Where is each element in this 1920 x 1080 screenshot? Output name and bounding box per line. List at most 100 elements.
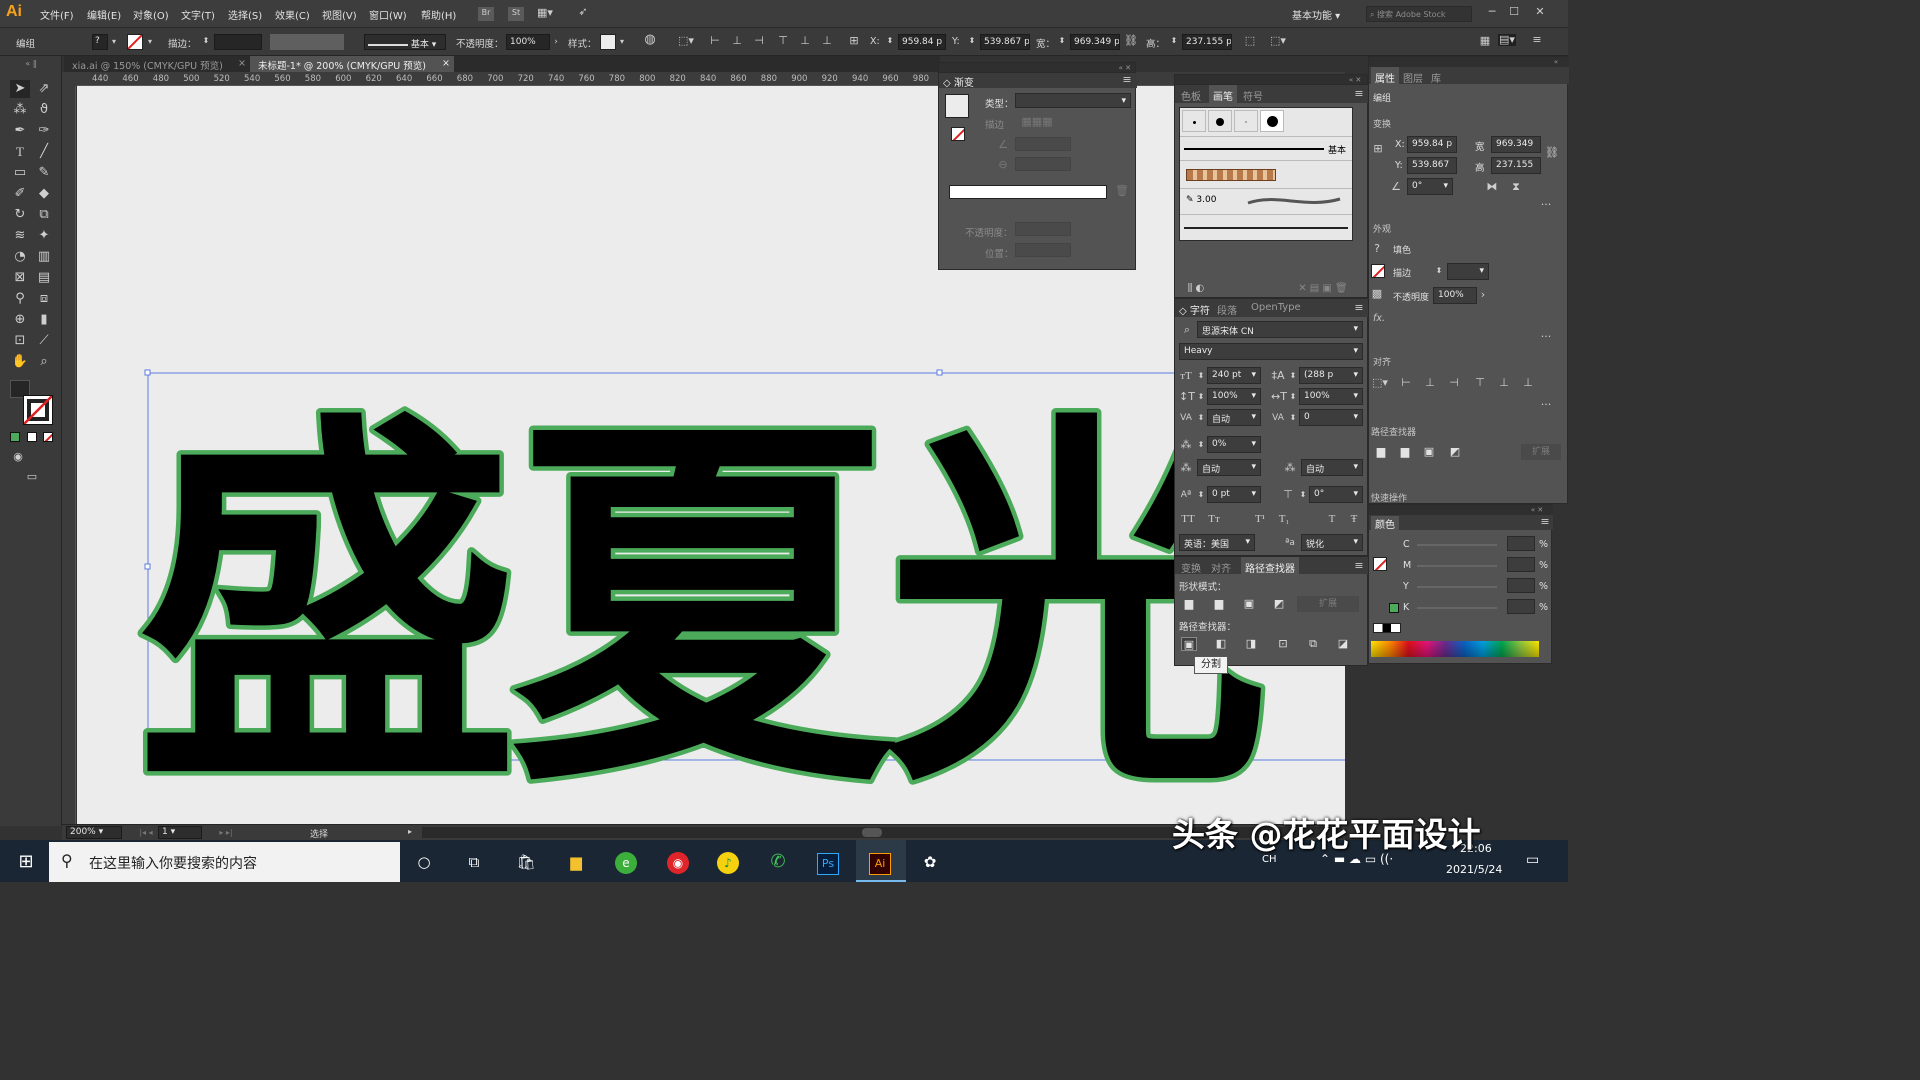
stepper-icon[interactable]: ⬍: [968, 35, 976, 47]
close-tab-icon[interactable]: ×: [442, 58, 450, 69]
tab-brushes[interactable]: 画笔: [1209, 85, 1237, 106]
workspace-switcher[interactable]: 基本功能 ▾: [1292, 7, 1340, 22]
rectangle-tool-icon[interactable]: ▭: [10, 164, 30, 182]
baseline-shift-input[interactable]: 0 pt ▾: [1207, 486, 1261, 503]
magic-wand-tool-icon[interactable]: ⁂: [10, 101, 30, 119]
fill-swatch[interactable]: ?: [92, 34, 108, 50]
stepper-icon[interactable]: ⬍: [1197, 370, 1205, 382]
stroke-swatch[interactable]: [1371, 264, 1385, 278]
transform-icon[interactable]: ⬚: [1242, 35, 1258, 47]
exclude-icon[interactable]: ◩: [1271, 597, 1287, 611]
variable-width-profile[interactable]: [270, 34, 344, 50]
brush-libraries-menu-icon[interactable]: ⫼ ◐: [1181, 283, 1211, 295]
tab-pathfinder[interactable]: 路径查找器: [1241, 557, 1299, 578]
channel-k-slider[interactable]: [1417, 607, 1497, 609]
maximize-icon[interactable]: ☐: [1508, 6, 1520, 18]
unite-icon[interactable]: ▆: [1181, 597, 1197, 611]
out-of-gamut-swatch[interactable]: [1389, 603, 1399, 613]
angle-input[interactable]: 0° ▾: [1407, 178, 1453, 195]
qq-music-icon[interactable]: ♪: [717, 852, 739, 874]
menu-effect[interactable]: 效果(C): [275, 7, 310, 22]
color-mode-icon[interactable]: [10, 432, 20, 442]
minimize-icon[interactable]: ─: [1486, 6, 1498, 18]
selection-handle[interactable]: [144, 369, 151, 376]
stroke-weight-input[interactable]: ▾: [1447, 263, 1489, 280]
curvature-tool-icon[interactable]: ✑: [34, 122, 54, 140]
divide-icon[interactable]: ▣: [1181, 637, 1197, 651]
status-menu-icon[interactable]: ▸: [406, 826, 414, 838]
align-left-icon[interactable]: ⊢: [1399, 377, 1413, 389]
pen-tool-icon[interactable]: ✒: [10, 122, 30, 140]
selection-handle[interactable]: [936, 369, 943, 376]
panel-menu-icon[interactable]: ≡: [1353, 560, 1365, 572]
channel-c-slider[interactable]: [1417, 544, 1497, 546]
slice-tool-icon[interactable]: ⟋: [34, 332, 54, 350]
channel-y-input[interactable]: [1507, 578, 1535, 593]
stepper-icon[interactable]: ⬍: [1170, 35, 1178, 47]
font-family-select[interactable]: 思源宋体 CN ▾: [1197, 321, 1363, 338]
notifications-icon[interactable]: ▭: [1526, 852, 1539, 868]
exclude-icon[interactable]: ◩: [1447, 445, 1463, 459]
gradient-slider[interactable]: [949, 185, 1107, 199]
channel-m-slider[interactable]: [1417, 565, 1497, 567]
strikethrough-icon[interactable]: Ŧ: [1345, 513, 1363, 525]
brush-charcoal[interactable]: [1180, 214, 1352, 240]
gpu-performance-icon[interactable]: ➶: [574, 6, 592, 18]
collapse-icon[interactable]: « ‖: [6, 58, 56, 70]
gradient-tool-icon[interactable]: ▤: [34, 269, 54, 287]
flip-horizontal-icon[interactable]: ⧓: [1485, 181, 1499, 193]
artwork[interactable]: 盛夏光: [77, 86, 1345, 824]
horizontal-scale-input[interactable]: 100% ▾: [1299, 388, 1363, 405]
tab-untitled[interactable]: 未标题-1* @ 200% (CMYK/GPU 预览) ×: [250, 56, 454, 72]
align-bottom-icon[interactable]: ⊥: [820, 35, 834, 47]
menu-window[interactable]: 窗口(W): [369, 7, 407, 22]
all-caps-icon[interactable]: TT: [1179, 513, 1197, 525]
brush-dot-small[interactable]: [1182, 110, 1206, 132]
menu-object[interactable]: 对象(O): [133, 7, 169, 22]
artboard-select[interactable]: 1 ▾: [158, 826, 202, 839]
mesh-tool-icon[interactable]: ⊠: [10, 269, 30, 287]
photoshop-icon[interactable]: Ps: [817, 853, 839, 875]
tab-symbols[interactable]: 符号: [1243, 88, 1263, 103]
vertical-scale-input[interactable]: 100% ▾: [1207, 388, 1261, 405]
tracking-input[interactable]: 0 ▾: [1299, 409, 1363, 426]
align-top-icon[interactable]: ⊤: [776, 35, 790, 47]
line-tool-icon[interactable]: ╱: [34, 143, 54, 161]
brush-library[interactable]: 基本 ✎ 3.00: [1179, 107, 1353, 241]
tab-libraries[interactable]: 库: [1431, 70, 1441, 85]
shape-builder-tool-icon[interactable]: ◔: [10, 248, 30, 266]
selection-tool-icon[interactable]: ➤: [10, 80, 30, 98]
column-graph-tool-icon[interactable]: ▮: [34, 311, 54, 329]
brush-basic[interactable]: 基本: [1180, 136, 1352, 160]
opacity-input[interactable]: 100%: [506, 34, 550, 50]
y-input[interactable]: 539.867 p: [980, 34, 1030, 50]
stepper-icon[interactable]: ⬍: [1058, 35, 1066, 47]
subscript-icon[interactable]: T₁: [1275, 513, 1293, 525]
symbol-sprayer-tool-icon[interactable]: ⊕: [10, 311, 30, 329]
draw-mode-icon[interactable]: ◉: [8, 448, 28, 466]
stepper-icon[interactable]: ⬍: [1289, 391, 1297, 403]
wechat-icon[interactable]: ✆: [760, 847, 796, 877]
stepper-icon[interactable]: ⬍: [886, 35, 894, 47]
fx-button[interactable]: fx.: [1373, 313, 1385, 324]
chevron-right-icon[interactable]: ›: [1479, 289, 1487, 301]
stepper-icon[interactable]: ⬍: [1197, 412, 1205, 424]
language-select[interactable]: 英语：美国 ▾: [1179, 534, 1255, 551]
chevron-right-icon[interactable]: ›: [552, 36, 560, 48]
tab-swatches[interactable]: 色板: [1181, 88, 1201, 103]
store-icon[interactable]: 🛍: [508, 847, 544, 877]
panel-menu-icon[interactable]: ≡: [1353, 302, 1365, 314]
stepper-icon[interactable]: ⬍: [1197, 489, 1205, 501]
width-input[interactable]: 969.349 p: [1070, 34, 1120, 50]
width-input[interactable]: 969.349: [1491, 136, 1541, 153]
trim-icon[interactable]: ◧: [1213, 637, 1229, 651]
graphic-style-swatch[interactable]: [600, 34, 616, 50]
align-hcenter-icon[interactable]: ⊥: [730, 35, 744, 47]
task-view-icon[interactable]: ⧉: [456, 847, 492, 877]
stepper-icon[interactable]: ⬍: [1197, 391, 1205, 403]
chevron-down-icon[interactable]: ▾: [110, 36, 118, 48]
gradient-type-select[interactable]: ▾: [1015, 93, 1131, 108]
intersect-icon[interactable]: ▣: [1421, 445, 1437, 459]
height-input[interactable]: 237.155 p: [1182, 34, 1232, 50]
stepper-icon[interactable]: ⬍: [1299, 489, 1307, 501]
